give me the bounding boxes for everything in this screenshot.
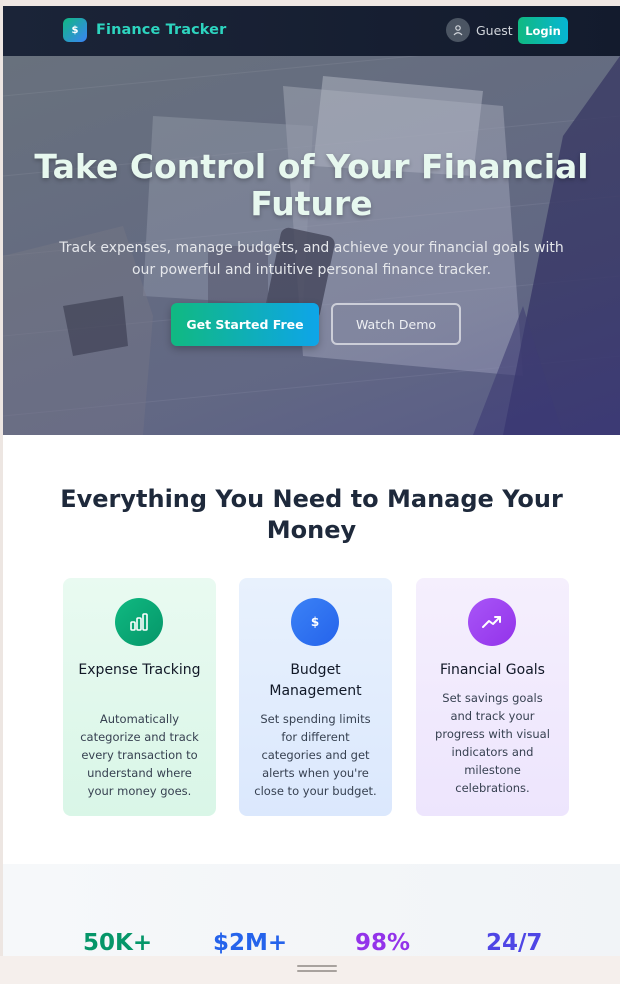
stats-section: 50K+ $2M+ 98% 24/7 xyxy=(3,864,620,956)
feature-card-title: Budget Management xyxy=(269,662,362,699)
brand[interactable]: $ Finance Tracker xyxy=(63,18,226,42)
bar-chart-icon xyxy=(115,598,163,646)
stat-value-tracked: $2M+ xyxy=(213,930,288,956)
feature-card-text: Set spending limits for different catego… xyxy=(254,712,377,798)
get-started-button[interactable]: Get Started Free xyxy=(171,303,319,346)
navbar: $ Finance Tracker Guest Login xyxy=(3,6,620,56)
brand-logo-icon: $ xyxy=(63,18,87,42)
feature-card-budget-management[interactable]: $ Budget Management Set spending limits … xyxy=(239,578,392,816)
bottom-sheet-bar xyxy=(0,956,620,984)
stat-value-support: 24/7 xyxy=(486,930,543,956)
feature-card-financial-goals[interactable]: Financial Goals Set savings goals and tr… xyxy=(416,578,569,816)
feature-card-title: Expense Tracking xyxy=(78,662,201,678)
user-menu[interactable]: Guest xyxy=(446,18,513,42)
feature-card-text: Automatically categorize and track every… xyxy=(80,712,199,798)
watch-demo-button[interactable]: Watch Demo xyxy=(331,303,461,345)
login-button[interactable]: Login xyxy=(518,17,568,44)
user-name-label: Guest xyxy=(476,22,513,38)
brand-name: Finance Tracker xyxy=(96,22,227,38)
user-avatar-icon xyxy=(446,18,470,42)
features-title: Everything You Need to Manage Your Money xyxy=(60,485,563,544)
hero-section: Take Control of Your Financial Future Tr… xyxy=(3,56,620,435)
feature-card-text: Set savings goals and track your progres… xyxy=(435,691,550,795)
hero-title: Take Control of Your Financial Future xyxy=(34,147,589,223)
stat-value-users: 50K+ xyxy=(83,930,153,956)
feature-card-title: Financial Goals xyxy=(440,662,545,678)
page: $ Finance Tracker Guest Login Take Contr… xyxy=(3,6,620,956)
drag-handle-icon[interactable] xyxy=(297,965,337,972)
stat-value-satisfaction: 98% xyxy=(355,930,411,956)
trending-up-icon xyxy=(468,598,516,646)
hero-subtitle: Track expenses, manage budgets, and achi… xyxy=(59,240,564,278)
dollar-icon: $ xyxy=(291,598,339,646)
feature-card-expense-tracking[interactable]: Expense Tracking Automatically categoriz… xyxy=(63,578,216,816)
